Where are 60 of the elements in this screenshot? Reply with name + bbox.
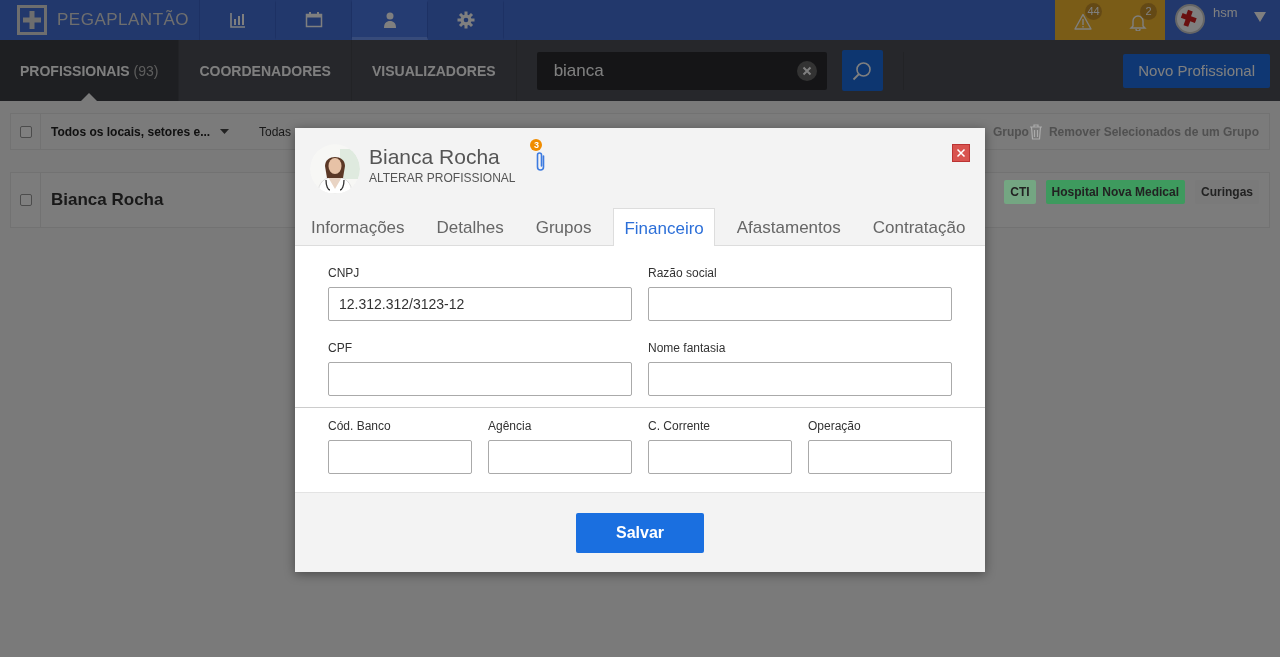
dialog-tab[interactable]: Afastamentos bbox=[726, 208, 851, 246]
user-name[interactable]: hsm bbox=[1213, 5, 1238, 20]
field-label: Agência bbox=[488, 419, 533, 433]
input-field[interactable] bbox=[648, 440, 792, 474]
field-label: Cód. Banco bbox=[328, 419, 392, 433]
close-button[interactable] bbox=[952, 144, 970, 162]
logo-icon bbox=[17, 5, 47, 35]
caret-icon bbox=[220, 129, 230, 134]
close-icon bbox=[956, 148, 966, 158]
dialog-tab[interactable]: Financeiro bbox=[613, 208, 715, 247]
field-label: Razão social bbox=[648, 266, 718, 280]
input-field[interactable] bbox=[328, 362, 632, 396]
attachments-button[interactable]: 3 bbox=[530, 139, 551, 177]
search-icon bbox=[852, 60, 873, 81]
count-badge: 44 bbox=[1085, 3, 1102, 20]
location-filter[interactable]: Todos os locais, setores e... bbox=[41, 124, 249, 139]
dialog-tab[interactable]: Detalhes bbox=[426, 208, 514, 246]
bar-chart-icon bbox=[228, 11, 247, 29]
clear-icon bbox=[796, 60, 817, 81]
caret-icon bbox=[1253, 12, 1266, 22]
tag: CTI bbox=[1004, 179, 1036, 204]
field-label: C. Corrente bbox=[648, 419, 712, 433]
select-all-checkbox[interactable] bbox=[19, 125, 32, 138]
dialog-subtitle: ALTERAR PROFISSIONAL bbox=[369, 171, 516, 185]
field-label: CPF bbox=[328, 341, 353, 355]
settings-icon bbox=[456, 11, 475, 29]
row-checkbox[interactable] bbox=[19, 194, 32, 206]
tag: Hospital Nova Medical bbox=[1045, 179, 1185, 204]
section-tab[interactable]: VISUALIZADORES bbox=[351, 40, 517, 101]
input-field[interactable] bbox=[648, 287, 952, 321]
input-field[interactable] bbox=[328, 440, 472, 474]
count-badge: 3 bbox=[530, 139, 543, 151]
trash-icon bbox=[1028, 123, 1043, 140]
field-label: CNPJ bbox=[328, 266, 361, 280]
search-input[interactable]: bianca bbox=[551, 59, 797, 82]
dialog-tab[interactable]: Informações bbox=[301, 208, 415, 246]
new-professional-button[interactable]: Novo Profissional bbox=[1123, 53, 1270, 88]
field-label: Operação bbox=[808, 419, 862, 433]
nav-tab[interactable] bbox=[352, 0, 428, 40]
section-tab[interactable]: COORDENADORES bbox=[179, 40, 352, 101]
dialog-tab[interactable]: Grupos bbox=[525, 208, 602, 246]
input-field[interactable] bbox=[808, 440, 952, 474]
warning-icon bbox=[1073, 13, 1092, 31]
field-label: Nome fantasia bbox=[648, 341, 727, 355]
input-field[interactable]: 12.312.312/3123-12 bbox=[328, 287, 632, 321]
section-tab[interactable]: PROFISSIONAIS (93) bbox=[0, 40, 180, 101]
input-field[interactable] bbox=[488, 440, 632, 474]
search-field[interactable]: bianca bbox=[536, 51, 827, 90]
search-button[interactable] bbox=[841, 50, 883, 91]
professional-name: Bianca Rocha bbox=[369, 145, 501, 169]
calendar-icon bbox=[304, 11, 323, 29]
professional-name: Bianca Rocha bbox=[50, 190, 164, 210]
dialog-tab[interactable]: Contratação bbox=[862, 208, 976, 246]
company-logo-icon bbox=[1175, 4, 1205, 34]
logo-text: PEGAPLANTÃO bbox=[57, 10, 190, 30]
count-badge: 2 bbox=[1140, 3, 1157, 20]
input-field[interactable] bbox=[648, 362, 952, 396]
save-button[interactable]: Salvar bbox=[576, 512, 704, 553]
role-filter[interactable]: Todas bbox=[259, 124, 292, 139]
bell-icon bbox=[1128, 13, 1147, 31]
